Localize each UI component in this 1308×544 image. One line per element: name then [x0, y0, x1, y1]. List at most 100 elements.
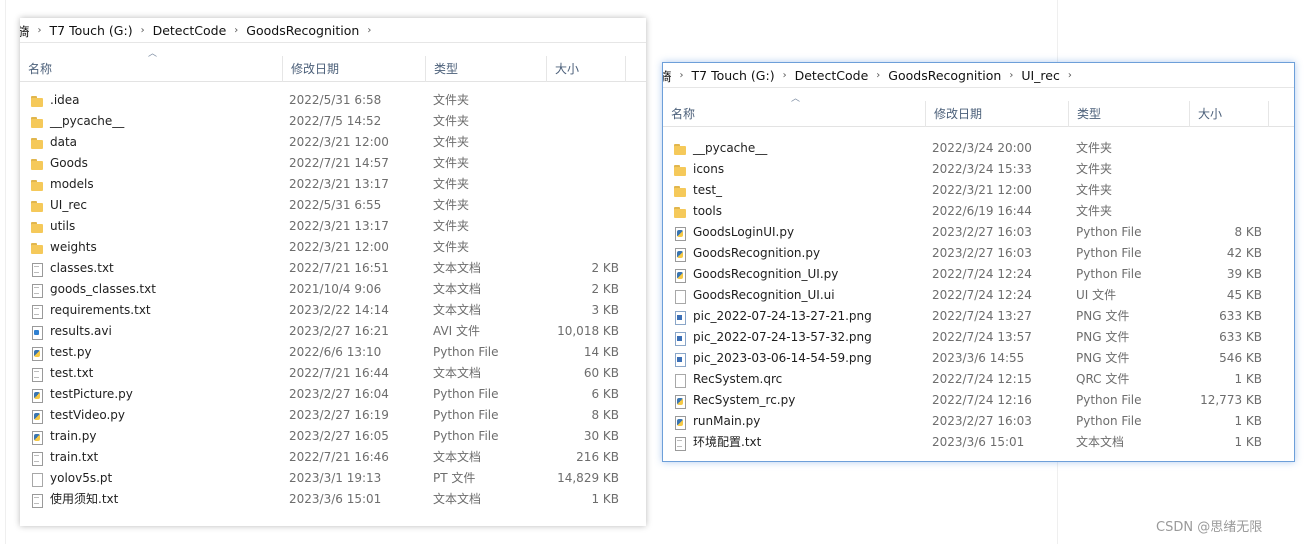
file-row[interactable]: GoodsRecognition.py 2023/2/27 16:03 Python…: [663, 243, 1294, 264]
file-row[interactable]: .idea 2022/5/31 6:58 文件夹: [20, 90, 646, 111]
address-bar[interactable]: 旖 › T7 Touch (G:) › DetectCode › GoodsRecognit…: [663, 63, 1294, 88]
column-header-type[interactable]: 类型: [1069, 101, 1190, 127]
breadcrumb-item[interactable]: DetectCode: [153, 23, 227, 38]
file-row[interactable]: pic_2023-03-06-14-54-59.png 2023/3/6 14:5…: [663, 348, 1294, 369]
chevron-right-icon[interactable]: ›: [680, 70, 684, 81]
file-row[interactable]: utils 2022/3/21 13:17 文件夹: [20, 216, 646, 237]
file-size: 1 KB: [1234, 372, 1262, 386]
file-row[interactable]: train.py 2023/2/27 16:05 Python File 30 KB: [20, 426, 646, 447]
file-name: GoodsRecognition.py: [693, 246, 821, 260]
file-type: 文本文档: [433, 261, 482, 275]
chevron-right-icon[interactable]: ›: [876, 70, 880, 81]
chevron-right-icon[interactable]: ›: [38, 25, 42, 36]
file-date: 2022/3/21 12:00: [289, 240, 389, 254]
file-row[interactable]: data 2022/3/21 12:00 文件夹: [20, 132, 646, 153]
folder-icon: [30, 136, 43, 150]
breadcrumb-item[interactable]: T7 Touch (G:): [50, 23, 133, 38]
file-row[interactable]: pic_2022-07-24-13-27-21.png 2022/7/24 13:…: [663, 306, 1294, 327]
column-header-size[interactable]: 大小: [547, 56, 626, 82]
file-name: test_: [693, 183, 723, 197]
file-row[interactable]: RecSystem.qrc 2022/7/24 12:15 QRC 文件 1 KB: [663, 369, 1294, 390]
doc-icon: [30, 367, 43, 382]
file-type: 文件夹: [1076, 204, 1113, 218]
file-row[interactable]: weights 2022/3/21 12:00 文件夹: [20, 237, 646, 258]
file-type: 文本文档: [433, 303, 482, 317]
file-row[interactable]: icons 2022/3/24 15:33 文件夹: [663, 159, 1294, 180]
file-row[interactable]: 使用须知.txt 2023/3/6 15:01 文本文档 1 KB: [20, 489, 646, 510]
file-row[interactable]: results.avi 2023/2/27 16:21 AVI 文件 10,018 K…: [20, 321, 646, 342]
chevron-right-icon[interactable]: ›: [783, 70, 787, 81]
file-date: 2022/3/24 20:00: [932, 141, 1032, 155]
file-row[interactable]: runMain.py 2023/2/27 16:03 Python File 1 KB: [663, 411, 1294, 432]
file-type: Python File: [433, 345, 499, 359]
file-name-cell: runMain.py: [673, 411, 760, 432]
file-row[interactable]: classes.txt 2022/7/21 16:51 文本文档 2 KB: [20, 258, 646, 279]
breadcrumb-item[interactable]: GoodsRecognition: [246, 23, 359, 38]
file-row[interactable]: models 2022/3/21 13:17 文件夹: [20, 174, 646, 195]
breadcrumb-item[interactable]: 旖: [20, 21, 30, 40]
folder-icon: [673, 163, 686, 177]
file-type: 文件夹: [433, 198, 470, 212]
file-row[interactable]: yolov5s.pt 2023/3/1 19:13 PT 文件 14,829 KB: [20, 468, 646, 489]
column-header-size[interactable]: 大小: [1190, 101, 1269, 127]
chevron-right-icon[interactable]: ›: [367, 25, 371, 36]
file-name-cell: classes.txt: [30, 258, 114, 279]
column-header-name[interactable]: 名称: [20, 56, 283, 82]
file-row[interactable]: 环境配置.txt 2023/3/6 15:01 文本文档 1 KB: [663, 432, 1294, 453]
file-name-cell: weights: [30, 237, 97, 258]
folder-icon: [30, 178, 43, 192]
file-type: PNG 文件: [1076, 330, 1130, 344]
file-row[interactable]: train.txt 2022/7/21 16:46 文本文档 216 KB: [20, 447, 646, 468]
file-name-cell: tools: [673, 201, 722, 222]
file-row[interactable]: UI_rec 2022/5/31 6:55 文件夹: [20, 195, 646, 216]
file-row[interactable]: GoodsRecognition_UI.ui 2022/7/24 12:24 UI …: [663, 285, 1294, 306]
file-row[interactable]: RecSystem_rc.py 2022/7/24 12:16 Python Fil…: [663, 390, 1294, 411]
address-bar[interactable]: 旖 › T7 Touch (G:) › DetectCode › GoodsRecognit…: [20, 18, 646, 43]
breadcrumb-item[interactable]: 旖: [663, 66, 672, 85]
file-type: 文件夹: [433, 135, 470, 149]
python-icon: [673, 226, 686, 241]
file-row[interactable]: testPicture.py 2023/2/27 16:04 Python File…: [20, 384, 646, 405]
file-row[interactable]: testVideo.py 2023/2/27 16:19 Python File 8 …: [20, 405, 646, 426]
chevron-right-icon[interactable]: ›: [1009, 70, 1013, 81]
file-size: 10,018 KB: [557, 324, 619, 338]
file-type: Python File: [1076, 246, 1142, 260]
file-name: __pycache__: [50, 114, 125, 128]
breadcrumb-item[interactable]: T7 Touch (G:): [692, 68, 775, 83]
chevron-right-icon[interactable]: ›: [1068, 70, 1072, 81]
folder-icon: [30, 241, 43, 255]
file-row[interactable]: GoodsRecognition_UI.py 2022/7/24 12:24 Pyt…: [663, 264, 1294, 285]
file-row[interactable]: __pycache__ 2022/3/24 20:00 文件夹: [663, 138, 1294, 159]
column-header-name[interactable]: 名称: [663, 101, 926, 127]
file-type: 文件夹: [1076, 183, 1113, 197]
breadcrumb-item[interactable]: GoodsRecognition: [888, 68, 1001, 83]
file-row[interactable]: requirements.txt 2023/2/22 14:14 文本文档 3 KB: [20, 300, 646, 321]
chevron-right-icon[interactable]: ›: [234, 25, 238, 36]
file-size: 45 KB: [1226, 288, 1262, 302]
file-row[interactable]: test.txt 2022/7/21 16:44 文本文档 60 KB: [20, 363, 646, 384]
file-row[interactable]: GoodsLoginUI.py 2023/2/27 16:03 Python Fil…: [663, 222, 1294, 243]
file-row[interactable]: Goods 2022/7/21 14:57 文件夹: [20, 153, 646, 174]
breadcrumb-item[interactable]: UI_rec: [1021, 68, 1060, 83]
column-header-date[interactable]: 修改日期: [283, 56, 426, 82]
file-type: Python File: [433, 408, 499, 422]
file-size: 546 KB: [1219, 351, 1262, 365]
file-name: weights: [50, 240, 97, 254]
chevron-right-icon[interactable]: ›: [141, 25, 145, 36]
file-row[interactable]: __pycache__ 2022/7/5 14:52 文件夹: [20, 111, 646, 132]
file-size: 30 KB: [583, 429, 619, 443]
column-header-date[interactable]: 修改日期: [926, 101, 1069, 127]
file-row[interactable]: tools 2022/6/19 16:44 文件夹: [663, 201, 1294, 222]
file-row[interactable]: test.py 2022/6/6 13:10 Python File 14 KB: [20, 342, 646, 363]
file-row[interactable]: test_ 2022/3/21 12:00 文件夹: [663, 180, 1294, 201]
file-name-cell: models: [30, 174, 94, 195]
file-name: 使用须知.txt: [50, 492, 119, 506]
file-name-cell: pic_2022-07-24-13-27-21.png: [673, 306, 872, 327]
column-header-type[interactable]: 类型: [426, 56, 547, 82]
breadcrumb-item[interactable]: DetectCode: [795, 68, 869, 83]
file-row[interactable]: goods_classes.txt 2021/10/4 9:06 文本文档 2 KB: [20, 279, 646, 300]
file-row[interactable]: pic_2022-07-24-13-57-32.png 2022/7/24 13:…: [663, 327, 1294, 348]
file-date: 2022/3/21 12:00: [289, 135, 389, 149]
explorer-window-goods-recognition: 旖 › T7 Touch (G:) › DetectCode › GoodsRecognit…: [20, 18, 646, 526]
file-name: GoodsLoginUI.py: [693, 225, 795, 239]
